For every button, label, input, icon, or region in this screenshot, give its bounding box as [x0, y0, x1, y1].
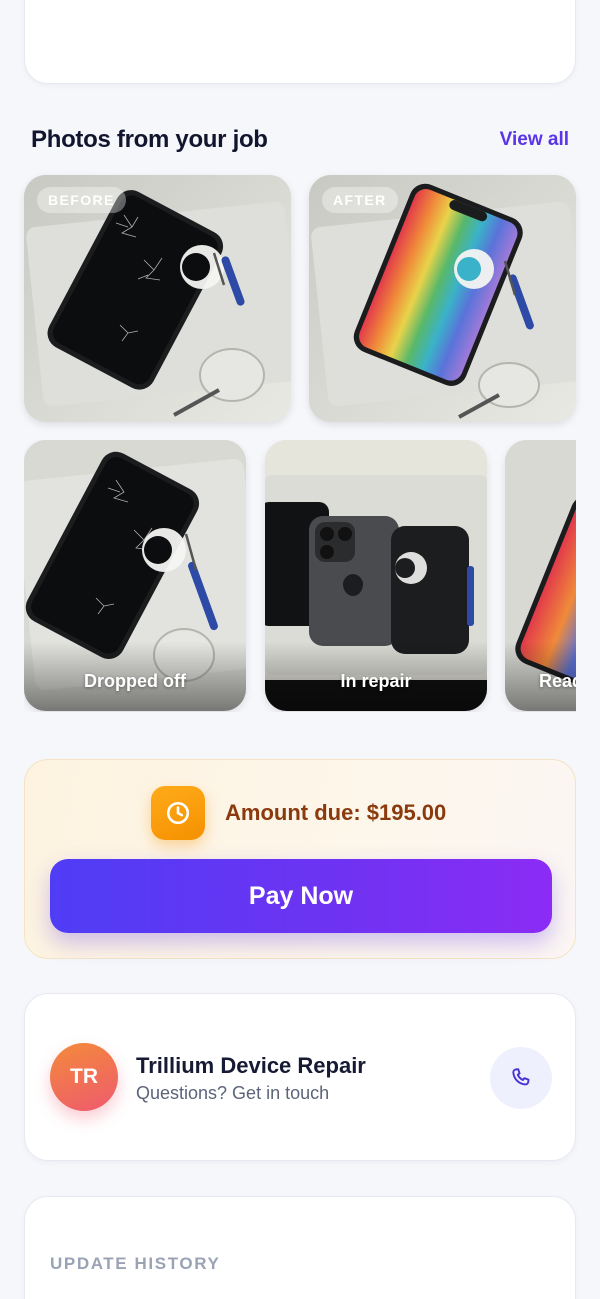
- timeline-photo-in-repair[interactable]: In repair: [265, 440, 487, 711]
- payment-card: Amount due: $195.00 Pay Now: [24, 759, 576, 959]
- contact-card: TR Trillium Device Repair Questions? Get…: [24, 993, 576, 1161]
- after-photo[interactable]: AFTER: [309, 175, 576, 422]
- update-history-card: UPDATE HISTORY: [24, 1196, 576, 1299]
- timeline-caption: Dropped off: [84, 671, 186, 691]
- view-all-link[interactable]: View all: [500, 129, 569, 151]
- update-history-label: UPDATE HISTORY: [50, 1254, 221, 1273]
- timeline-caption: Ready: [539, 671, 576, 691]
- clock-icon: [151, 786, 205, 840]
- photos-section-header: Photos from your job View all: [31, 124, 569, 156]
- before-photo[interactable]: BEFORE: [24, 175, 291, 422]
- contact-subtitle: Questions? Get in touch: [136, 1083, 330, 1103]
- amount-due: Amount due: $195.00: [225, 800, 447, 825]
- clock-icon-glyph: [166, 801, 190, 825]
- phone-icon: [512, 1068, 530, 1086]
- shop-name: Trillium Device Repair: [136, 1053, 366, 1078]
- avatar: TR: [50, 1043, 118, 1111]
- photo-timeline-strip[interactable]: Dropped off In repair Rea: [24, 440, 576, 712]
- pay-now-button[interactable]: Pay Now: [50, 859, 552, 933]
- photos-section-title: Photos from your job: [31, 126, 268, 153]
- timeline-photo-dropped-off[interactable]: Dropped off: [24, 440, 246, 711]
- before-tag: BEFORE: [37, 187, 126, 213]
- job-summary-card: [24, 0, 576, 84]
- timeline-caption: In repair: [340, 671, 412, 691]
- call-button[interactable]: [490, 1047, 552, 1109]
- after-tag: AFTER: [322, 187, 398, 213]
- timeline-photo-ready[interactable]: Ready: [505, 440, 576, 711]
